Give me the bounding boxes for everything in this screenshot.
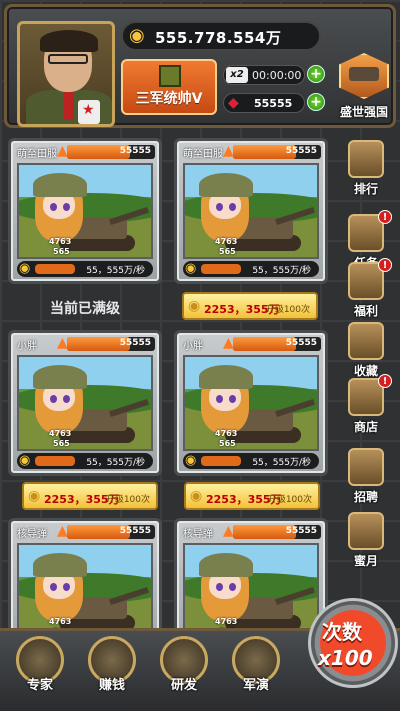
unit-illustration: 4763 565	[183, 543, 319, 639]
multiplier-badge: x2	[226, 67, 248, 83]
side-menu-recruit[interactable]: 招聘	[338, 448, 394, 514]
unit-name: 核导弹	[183, 529, 213, 540]
unit-power-bar: ▲ 55555	[57, 523, 155, 539]
unit-income: ◉ 55，555万/秒	[183, 453, 319, 469]
unit-card[interactable]: 萌至田服 ▲ 55555 4763 565 ◉ 55，555万/秒	[8, 138, 162, 284]
star-icon	[348, 322, 384, 360]
add-gems-button[interactable]: +	[307, 93, 325, 111]
notification-badge: !	[378, 258, 392, 272]
upgrade-button[interactable]: ◉ 2253，355万 升级100次	[184, 482, 320, 510]
unit-name: 小胖	[17, 341, 37, 352]
gem-icon: ◆	[228, 95, 239, 111]
unit-card[interactable]: 小胖 ▲ 55555 4763 565 ◉ 55，555万/秒	[8, 330, 162, 476]
nav-research[interactable]: 研发	[154, 636, 214, 702]
unit-name: 萌至田服	[17, 149, 57, 160]
unit-power-bar: ▲ 55555	[223, 523, 321, 539]
unit-name: 核导弹	[17, 529, 47, 540]
max-level-status: 当前已满级	[50, 301, 120, 317]
honeymoon-icon	[348, 512, 384, 550]
side-menu-ranking[interactable]: 排行	[338, 140, 394, 206]
side-menu-shop[interactable]: ! 商店	[338, 374, 394, 444]
country-button[interactable]: 盛世强国	[333, 53, 395, 123]
upgrade-button[interactable]: ◉ 2253，355万 升级100次	[182, 292, 318, 320]
timer-value: 00:00:00	[252, 69, 302, 82]
times-multiplier-button[interactable]: 次数 x100	[308, 598, 398, 694]
double-income-timer: x2 00:00:00	[223, 65, 305, 85]
unit-income: ◉ 55，555万/秒	[17, 261, 153, 277]
upgrade-button[interactable]: ◉ 2253，355万 升级100次	[22, 482, 158, 510]
side-menu-honeymoon[interactable]: 蜜月	[338, 512, 394, 578]
recruit-icon	[348, 448, 384, 486]
unit-power-bar: ▲ 55555	[57, 143, 155, 159]
coin-icon: ◉	[185, 453, 197, 468]
coin-icon: ◉	[19, 261, 31, 276]
coin-icon: ◉	[188, 298, 201, 314]
gold-coin-icon: ◉	[129, 25, 145, 46]
unit-card[interactable]: 萌至田服 ▲ 55555 4763 565 ◉ 55，555万/秒	[174, 138, 328, 284]
unit-income: ◉ 55，555万/秒	[17, 453, 153, 469]
rank-emblem-icon	[159, 65, 181, 87]
unit-illustration: 4763 565	[17, 543, 153, 639]
coin-icon: ◉	[185, 261, 197, 276]
gem-value: 55555	[254, 97, 293, 110]
unit-card[interactable]: 小胖 ▲ 55555 4763 565 ◉ 55，555万/秒	[174, 330, 328, 476]
unit-illustration: 4763 565	[183, 355, 319, 451]
rank-button[interactable]: 三军统帅V	[121, 59, 217, 115]
unit-income: ◉ 55，555万/秒	[183, 261, 319, 277]
unit-power-bar: ▲ 55555	[223, 335, 321, 351]
add-timer-button[interactable]: +	[307, 65, 325, 83]
notification-badge: !	[378, 210, 392, 224]
player-header: ★ ◉ 555.778.554万 三军统帅V x2 00:00:00 + ◆ 5…	[4, 4, 396, 128]
gem-counter: ◆ 55555	[223, 93, 305, 113]
unit-power-bar: ▲ 55555	[57, 335, 155, 351]
coin-icon: ◉	[28, 488, 41, 504]
nav-earn[interactable]: 赚钱	[82, 636, 142, 702]
star-icon: ★	[82, 102, 95, 118]
coin-icon: ◉	[19, 453, 31, 468]
unit-illustration: 4763 565	[17, 355, 153, 451]
unit-illustration: 4763 565	[17, 163, 153, 259]
side-menu-welfare[interactable]: ! 福利	[338, 258, 394, 328]
gold-value: 555.778.554万	[155, 29, 282, 47]
unit-name: 小胖	[183, 341, 203, 352]
gold-counter: ◉ 555.778.554万	[121, 21, 321, 51]
unit-name: 萌至田服	[183, 149, 223, 160]
unit-illustration: 4763 565	[183, 163, 319, 259]
coin-icon: ◉	[190, 488, 203, 504]
nav-experts[interactable]: 专家	[10, 636, 70, 702]
nav-exercise[interactable]: 军演	[226, 636, 286, 702]
rank-label: 三军统帅V	[135, 91, 203, 107]
ranking-icon	[348, 140, 384, 178]
notification-badge: !	[378, 374, 392, 388]
player-avatar[interactable]: ★	[17, 21, 115, 127]
country-label: 盛世强国	[339, 105, 388, 119]
unit-power-bar: ▲ 55555	[223, 143, 321, 159]
